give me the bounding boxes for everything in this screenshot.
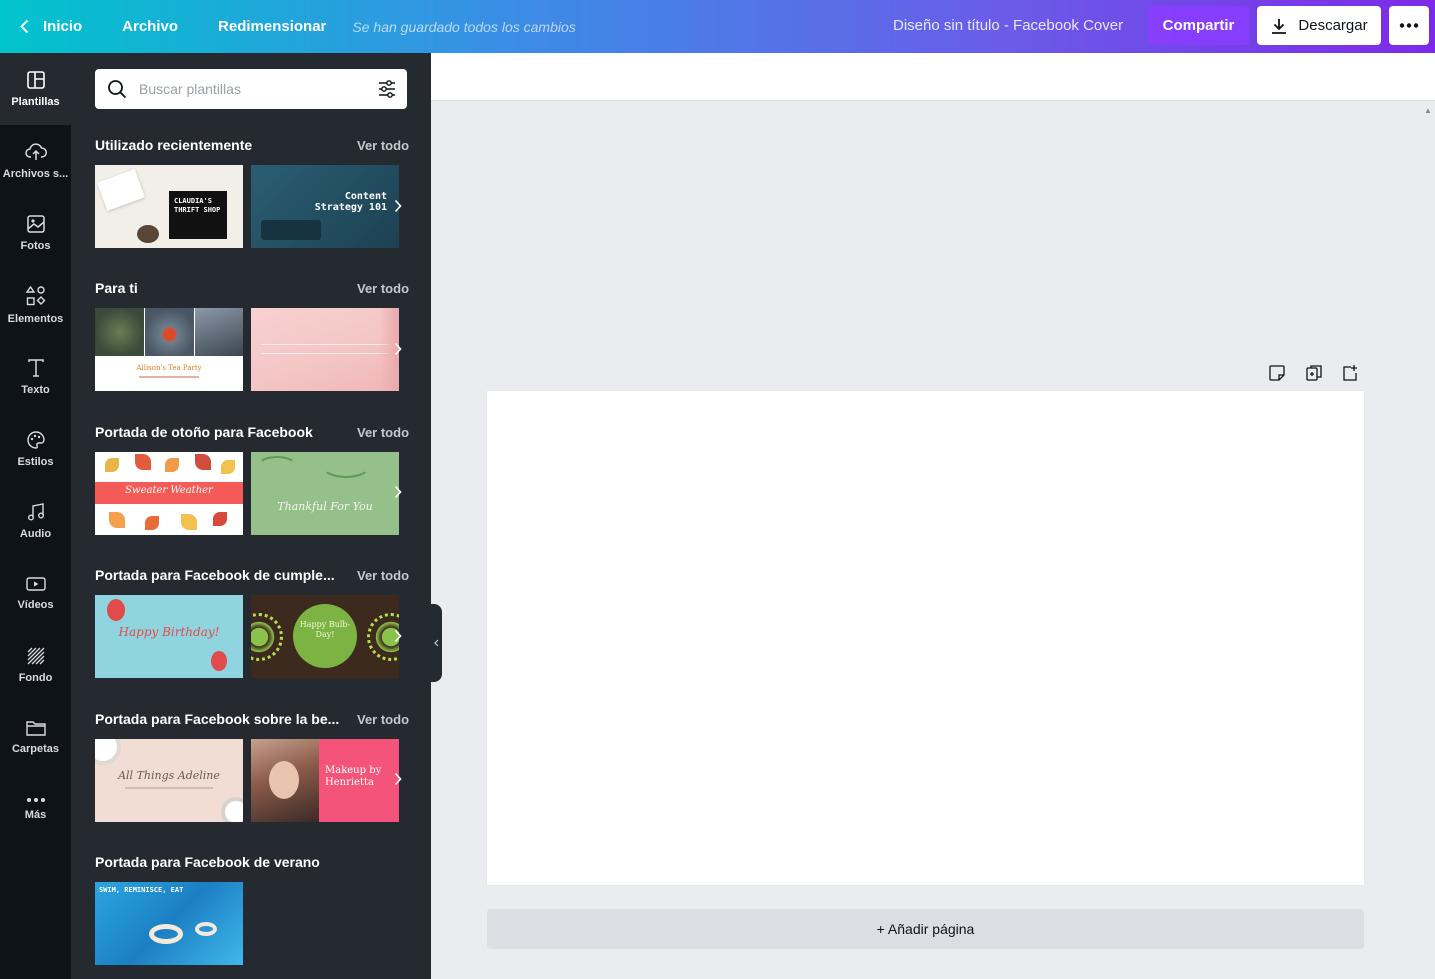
document-title[interactable]: Diseño sin título - Facebook Cover: [893, 17, 1123, 34]
scroll-up-arrow[interactable]: ▲: [1424, 106, 1432, 115]
palette-icon: [26, 431, 45, 449]
thumbnail-text: Thankful For You: [277, 500, 373, 513]
more-dots-icon: [26, 798, 45, 802]
rail-item-templates[interactable]: Plantillas: [0, 53, 71, 125]
text-icon: [27, 359, 44, 377]
thumbnail-text: Allison's Tea Party: [136, 364, 202, 372]
thumbnail-text: Content Strategy 101: [314, 191, 387, 213]
chevron-right-icon[interactable]: [394, 485, 402, 499]
rail-label: Más: [24, 809, 47, 821]
rail-item-photos[interactable]: Fotos: [0, 197, 71, 269]
rail-label: Fotos: [20, 240, 51, 252]
filter-sliders-icon[interactable]: [377, 79, 397, 99]
rail-item-styles[interactable]: Estilos: [0, 413, 71, 485]
section-title: Portada para Facebook sobre la be...: [95, 711, 340, 727]
save-status: Se han guardado todos los cambios: [352, 18, 576, 35]
rail-label: Plantillas: [11, 96, 60, 108]
template-thumbnail[interactable]: CLAUDIA'S THRIFT SHOP: [95, 165, 243, 248]
section-title: Portada para Facebook de cumple...: [95, 567, 335, 583]
note-icon[interactable]: [1268, 364, 1286, 382]
collapse-panel-button[interactable]: [431, 604, 442, 682]
thumbnail-text: All Things Adeline: [118, 769, 220, 782]
template-thumbnail[interactable]: Sweater Weather: [95, 452, 243, 535]
search-icon: [108, 80, 127, 99]
left-rail: Plantillas Archivos s... Fotos Elementos…: [0, 53, 71, 979]
template-thumbnail[interactable]: Happy Bulb-Day!: [251, 595, 399, 678]
thumbnail-text: Makeup by Henrietta: [325, 765, 382, 788]
see-all-link[interactable]: Ver todo: [357, 138, 409, 153]
rail-label: Elementos: [7, 313, 64, 325]
upload-cloud-icon: [24, 143, 47, 160]
search-input[interactable]: [139, 81, 369, 97]
template-thumbnail[interactable]: Content Strategy 101: [251, 165, 399, 248]
share-button[interactable]: Compartir: [1148, 6, 1249, 45]
music-note-icon: [27, 503, 44, 521]
rail-label: Audio: [19, 528, 52, 540]
rail-label: Estilos: [17, 456, 54, 468]
file-menu-button[interactable]: Archivo: [122, 18, 178, 35]
shapes-icon: [25, 285, 45, 306]
rail-label: Vídeos: [17, 599, 54, 611]
rail-label: Carpetas: [11, 743, 60, 755]
photo-icon: [26, 215, 45, 233]
thumbnail-text: SWIM, REMINISCE, EAT: [99, 886, 184, 894]
editor-toolbar: [431, 53, 1435, 101]
rail-item-audio[interactable]: Audio: [0, 485, 71, 557]
rail-item-text[interactable]: Texto: [0, 341, 71, 413]
folder-icon: [25, 721, 46, 736]
rail-item-videos[interactable]: Vídeos: [0, 557, 71, 629]
see-all-link[interactable]: Ver todo: [357, 425, 409, 440]
download-label: Descargar: [1298, 17, 1368, 34]
templates-icon: [26, 71, 45, 89]
template-thumbnail[interactable]: [251, 308, 399, 391]
add-page-icon[interactable]: [1341, 364, 1359, 382]
download-icon: [1272, 18, 1287, 34]
design-page[interactable]: [487, 391, 1364, 885]
template-thumbnail[interactable]: Happy Birthday!: [95, 595, 243, 678]
home-button[interactable]: Inicio: [20, 18, 82, 35]
rail-item-elements[interactable]: Elementos: [0, 269, 71, 341]
section-title: Utilizado recientemente: [95, 137, 253, 153]
add-page-button[interactable]: + Añadir página: [487, 909, 1364, 949]
thumbnail-text: Happy Bulb-Day!: [299, 620, 351, 639]
background-pattern-icon: [27, 647, 44, 665]
home-label: Inicio: [43, 18, 83, 35]
duplicate-page-icon[interactable]: [1305, 364, 1323, 382]
template-thumbnail[interactable]: Allison's Tea Party: [95, 308, 243, 391]
template-thumbnail[interactable]: Makeup by Henrietta: [251, 739, 399, 822]
chevron-right-icon[interactable]: [394, 629, 402, 643]
template-thumbnail[interactable]: Thankful For You: [251, 452, 399, 535]
chevron-left-icon: [20, 19, 29, 34]
section-title: Para ti: [95, 280, 138, 296]
template-thumbnail[interactable]: SWIM, REMINISCE, EAT: [95, 882, 243, 965]
rail-label: Fondo: [18, 672, 53, 684]
section-title: Portada de otoño para Facebook: [95, 424, 313, 440]
search-bar: [95, 69, 407, 109]
thumbnail-text: CLAUDIA'S THRIFT SHOP: [169, 191, 227, 239]
thumbnail-text: Happy Birthday!: [118, 625, 220, 639]
rail-item-folders[interactable]: Carpetas: [0, 701, 71, 773]
top-bar: Inicio Archivo Redimensionar Se han guar…: [0, 0, 1435, 53]
rail-label: Archivos s...: [2, 168, 69, 180]
see-all-link[interactable]: Ver todo: [357, 712, 409, 727]
rail-item-background[interactable]: Fondo: [0, 629, 71, 701]
rail-item-more[interactable]: Más: [0, 773, 71, 845]
more-dots-icon: [1399, 23, 1419, 28]
see-all-link[interactable]: Ver todo: [357, 281, 409, 296]
resize-button[interactable]: Redimensionar: [218, 18, 326, 35]
chevron-left-icon: [434, 639, 439, 647]
see-all-link[interactable]: Ver todo: [357, 568, 409, 583]
section-title: Portada para Facebook de verano: [95, 854, 320, 870]
chevron-right-icon[interactable]: [394, 199, 402, 213]
video-icon: [25, 577, 46, 591]
download-button[interactable]: Descargar: [1257, 6, 1381, 45]
more-options-button[interactable]: [1389, 6, 1429, 45]
templates-panel: Utilizado recientemente Ver todo CLAUDIA…: [71, 53, 431, 979]
rail-item-uploads[interactable]: Archivos s...: [0, 125, 71, 197]
thumbnail-text: Sweater Weather: [125, 485, 213, 496]
chevron-right-icon[interactable]: [394, 342, 402, 356]
template-thumbnail[interactable]: All Things Adeline: [95, 739, 243, 822]
rail-label: Texto: [21, 384, 50, 396]
chevron-right-icon[interactable]: [394, 772, 402, 786]
